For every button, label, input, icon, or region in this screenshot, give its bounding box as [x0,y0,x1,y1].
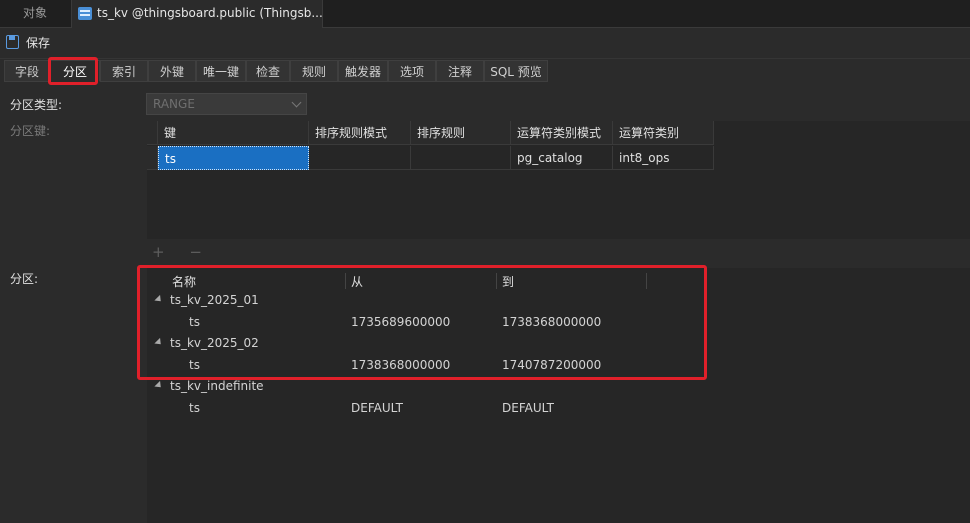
tab-options[interactable]: 选项 [388,60,436,82]
chevron-down-icon [291,97,302,108]
tab-indexes[interactable]: 索引 [100,60,148,82]
tab-triggers[interactable]: 触发器 [338,60,388,82]
tab-checks[interactable]: 检查 [246,60,290,82]
partition-from: DEFAULT [351,401,403,415]
tab-fields[interactable]: 字段 [4,60,50,82]
highlight-partitions-box [137,265,707,380]
col-header-collation[interactable]: 排序规则 [411,121,511,145]
tab-foreign-keys[interactable]: 外键 [148,60,196,82]
tab-unique-keys[interactable]: 唯一键 [196,60,246,82]
partitions-label: 分区: [10,272,39,286]
partition-type-label: 分区类型: [10,98,63,112]
highlight-partitions-tab [48,57,98,85]
partition-key-label: 分区键: [10,124,51,138]
key-cell[interactable]: ts [158,146,309,170]
collation-schema-cell[interactable] [309,146,411,170]
tab-comments[interactable]: 注释 [436,60,484,82]
partition-type-select[interactable]: RANGE [146,93,307,115]
collation-cell[interactable] [411,146,511,170]
col-header-collation-schema[interactable]: 排序规则模式 [309,121,411,145]
toolbar [0,28,970,59]
col-header-opclass[interactable]: 运算符类别 [613,121,714,145]
tab-sql-preview[interactable]: SQL 预览 [484,60,548,82]
opclass-cell[interactable]: int8_ops [613,146,714,170]
tab-ts-kv-design[interactable]: ts_kv @thingsboard.public (Thingsb... [71,0,323,28]
designer-tabs: 字段 分区 索引 外键 唯一键 检查 规则 触发器 选项 注释 SQL 预览 [0,58,970,82]
opclass-schema-cell[interactable]: pg_catalog [511,146,613,170]
tab-objects[interactable]: 对象 [0,0,70,27]
tab-ts-kv-title: ts_kv @thingsboard.public (Thingsb... [97,6,323,20]
table-icon [78,7,92,20]
save-icon [6,35,19,49]
tab-rules[interactable]: 规则 [290,60,338,82]
partition-column: ts [189,401,200,415]
save-button[interactable]: 保存 [4,30,56,56]
col-header-key[interactable]: 键 [158,121,309,145]
row-header[interactable] [147,146,158,170]
add-remove-key-buttons[interactable]: + − [152,243,212,261]
col-header-opclass-schema[interactable]: 运算符类别模式 [511,121,613,145]
partition-type-value: RANGE [153,97,195,111]
partition-to: DEFAULT [502,401,554,415]
save-label: 保存 [26,36,51,50]
row-header-corner [147,121,158,145]
